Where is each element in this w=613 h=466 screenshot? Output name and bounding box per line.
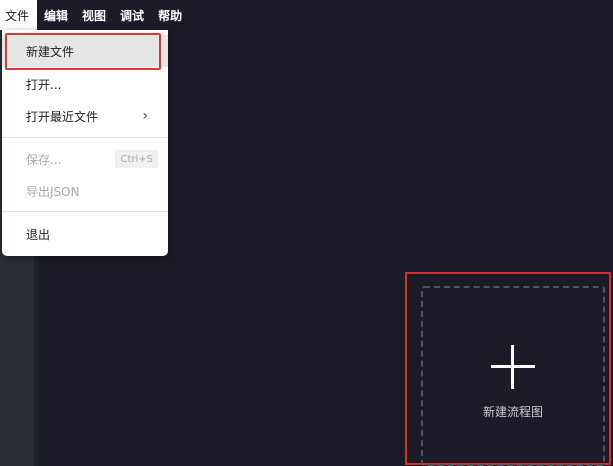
menu-item-open-label: 打开... xyxy=(26,77,62,92)
save-shortcut: Ctrl+S xyxy=(115,150,158,168)
file-dropdown-menu: 新建文件 打开... 打开最近文件 › 保存... Ctrl+S 导出JSON … xyxy=(2,30,168,256)
menu-debug[interactable]: 调试 xyxy=(113,0,151,30)
menu-view[interactable]: 视图 xyxy=(75,0,113,30)
menu-item-export-json-label: 导出JSON xyxy=(26,184,80,199)
menu-item-save[interactable]: 保存... Ctrl+S xyxy=(2,143,168,175)
menu-item-save-label: 保存... xyxy=(26,152,62,167)
menu-item-open[interactable]: 打开... xyxy=(2,68,168,100)
menu-separator xyxy=(2,137,168,138)
menu-item-exit[interactable]: 退出 xyxy=(2,218,168,250)
menu-help[interactable]: 帮助 xyxy=(151,0,189,30)
menu-item-export-json[interactable]: 导出JSON xyxy=(2,175,168,207)
menu-item-open-recent-label: 打开最近文件 xyxy=(26,109,99,124)
menu-item-new-file[interactable]: 新建文件 xyxy=(2,35,168,67)
menu-separator xyxy=(2,211,168,212)
menu-file[interactable]: 文件 xyxy=(0,0,38,30)
plus-icon[interactable] xyxy=(491,345,535,389)
menu-item-exit-label: 退出 xyxy=(26,227,51,242)
chevron-right-icon: › xyxy=(142,108,148,124)
new-flow-label[interactable]: 新建流程图 xyxy=(421,403,605,420)
menu-item-open-recent[interactable]: 打开最近文件 › xyxy=(2,100,168,132)
menu-item-new-file-label: 新建文件 xyxy=(26,44,75,59)
menu-edit[interactable]: 编辑 xyxy=(37,0,75,30)
menu-bar: 文件 编辑 视图 调试 帮助 xyxy=(0,0,613,30)
